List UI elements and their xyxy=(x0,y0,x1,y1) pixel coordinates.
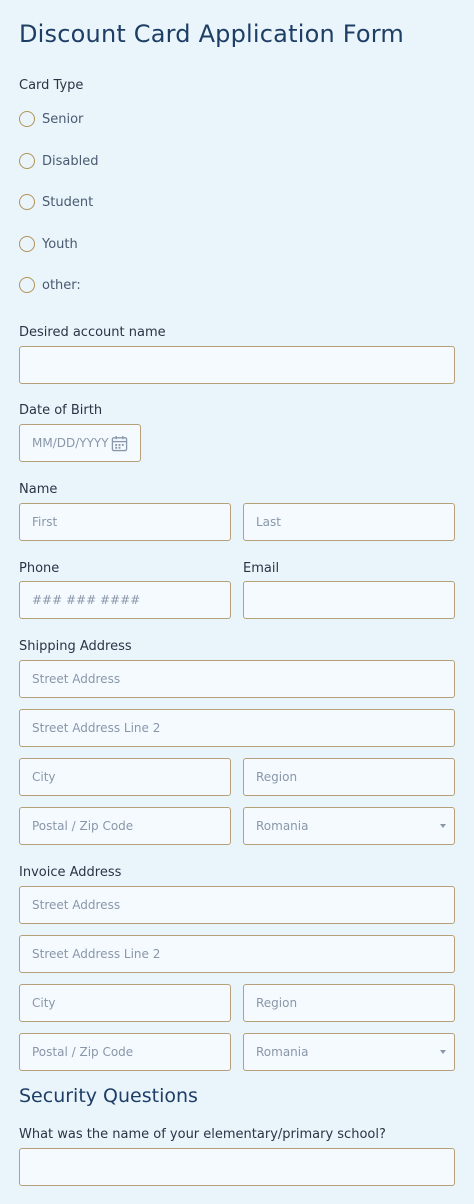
dob-placeholder: MM/DD/YYYY xyxy=(32,436,109,450)
email-label: Email xyxy=(243,561,280,576)
form-title: Discount Card Application Form xyxy=(19,20,404,48)
radio-button[interactable] xyxy=(19,236,35,252)
card-type-label: Card Type xyxy=(19,78,84,93)
shipping-street-placeholder: Street Address xyxy=(32,672,121,686)
shipping-postal-placeholder: Postal / Zip Code xyxy=(32,819,134,833)
phone-placeholder: ### ### #### xyxy=(32,593,141,607)
invoice-street2-placeholder: Street Address Line 2 xyxy=(32,947,161,961)
shipping-street2-placeholder: Street Address Line 2 xyxy=(32,721,161,735)
radio-option-disabled[interactable]: Disabled xyxy=(19,152,98,170)
shipping-city-placeholder: City xyxy=(32,770,56,784)
shipping-address-label: Shipping Address xyxy=(19,639,132,654)
first-name-placeholder: First xyxy=(32,515,58,529)
shipping-city-input[interactable]: City xyxy=(19,758,231,796)
shipping-street-input[interactable]: Street Address xyxy=(19,660,455,698)
email-input[interactable] xyxy=(243,581,455,619)
name-label: Name xyxy=(19,482,58,497)
radio-option-senior[interactable]: Senior xyxy=(19,110,83,128)
last-name-placeholder: Last xyxy=(256,515,281,529)
radio-label: other: xyxy=(42,277,81,293)
shipping-street2-input[interactable]: Street Address Line 2 xyxy=(19,709,455,747)
radio-option-student[interactable]: Student xyxy=(19,193,93,211)
radio-button[interactable] xyxy=(19,194,35,210)
school-answer-input[interactable] xyxy=(19,1148,455,1186)
radio-label: Disabled xyxy=(42,153,99,169)
shipping-region-input[interactable]: Region xyxy=(243,758,455,796)
radio-label: Youth xyxy=(42,236,78,252)
radio-button[interactable] xyxy=(19,111,35,127)
calendar-icon[interactable] xyxy=(111,435,128,452)
radio-label: Student xyxy=(42,194,94,210)
invoice-country-select[interactable]: Romania xyxy=(243,1033,455,1071)
chevron-down-icon xyxy=(440,824,446,828)
phone-label: Phone xyxy=(19,561,60,576)
security-questions-title: Security Questions xyxy=(19,1085,198,1107)
radio-label: Senior xyxy=(42,111,84,127)
invoice-street-input[interactable]: Street Address xyxy=(19,886,455,924)
shipping-country-value: Romania xyxy=(256,819,309,833)
shipping-country-select[interactable]: Romania xyxy=(243,807,455,845)
radio-option-other[interactable]: other: xyxy=(19,276,81,294)
radio-button[interactable] xyxy=(19,153,35,169)
invoice-street-placeholder: Street Address xyxy=(32,898,121,912)
phone-input[interactable]: ### ### #### xyxy=(19,581,231,619)
dob-label: Date of Birth xyxy=(19,403,103,418)
dob-input[interactable]: MM/DD/YYYY xyxy=(19,424,141,462)
chevron-down-icon xyxy=(440,1050,446,1054)
shipping-postal-input[interactable]: Postal / Zip Code xyxy=(19,807,231,845)
radio-option-youth[interactable]: Youth xyxy=(19,235,78,253)
invoice-postal-input[interactable]: Postal / Zip Code xyxy=(19,1033,231,1071)
account-name-label: Desired account name xyxy=(19,325,166,340)
invoice-address-label: Invoice Address xyxy=(19,865,122,880)
invoice-region-input[interactable]: Region xyxy=(243,984,455,1022)
invoice-postal-placeholder: Postal / Zip Code xyxy=(32,1045,134,1059)
invoice-city-input[interactable]: City xyxy=(19,984,231,1022)
school-question-label: What was the name of your elementary/pri… xyxy=(19,1127,386,1142)
invoice-city-placeholder: City xyxy=(32,996,56,1010)
radio-button[interactable] xyxy=(19,277,35,293)
invoice-street2-input[interactable]: Street Address Line 2 xyxy=(19,935,455,973)
first-name-input[interactable]: First xyxy=(19,503,231,541)
invoice-region-placeholder: Region xyxy=(256,996,298,1010)
shipping-region-placeholder: Region xyxy=(256,770,298,784)
account-name-input[interactable] xyxy=(19,346,455,384)
last-name-input[interactable]: Last xyxy=(243,503,455,541)
invoice-country-value: Romania xyxy=(256,1045,309,1059)
